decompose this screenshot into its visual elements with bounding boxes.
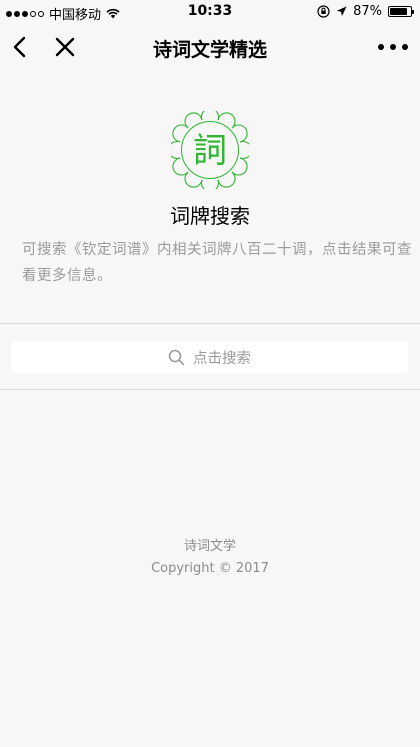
footer: 诗词文学 Copyright © 2017: [0, 536, 420, 580]
screen: 中国移动 10:33 87% 诗词文学精选 詞 词牌搜索 可搜索《钦定词谱》内相…: [0, 0, 420, 747]
divider: [0, 323, 420, 324]
status-right: 87%: [317, 4, 414, 19]
footer-brand: 诗词文学: [183, 539, 236, 554]
ci-seal-logo: 詞: [171, 111, 249, 189]
search-placeholder: 点击搜索: [193, 350, 251, 367]
svg-text:詞: 詞: [193, 131, 227, 171]
close-icon[interactable]: [52, 34, 78, 60]
divider: [0, 389, 420, 390]
search-icon: [168, 349, 185, 365]
search-input[interactable]: 点击搜索: [11, 341, 408, 373]
chevron-left-icon[interactable]: [8, 34, 34, 60]
location-arrow-icon: [336, 6, 347, 16]
status-bar: 中国移动 10:33 87%: [0, 0, 420, 24]
section-description: 可搜索《钦定词谱》内相关词牌八百二十调，点击结果可查看更多信息。: [22, 242, 412, 284]
navigation-bar: 诗词文学精选: [0, 24, 420, 70]
section-heading: 词牌搜索: [170, 204, 250, 228]
orientation-lock-icon: [317, 5, 330, 18]
battery-percent: 87%: [353, 4, 382, 19]
footer-copyright: Copyright © 2017: [151, 561, 269, 576]
battery-icon: [388, 6, 414, 17]
more-dots-icon[interactable]: [378, 36, 408, 58]
